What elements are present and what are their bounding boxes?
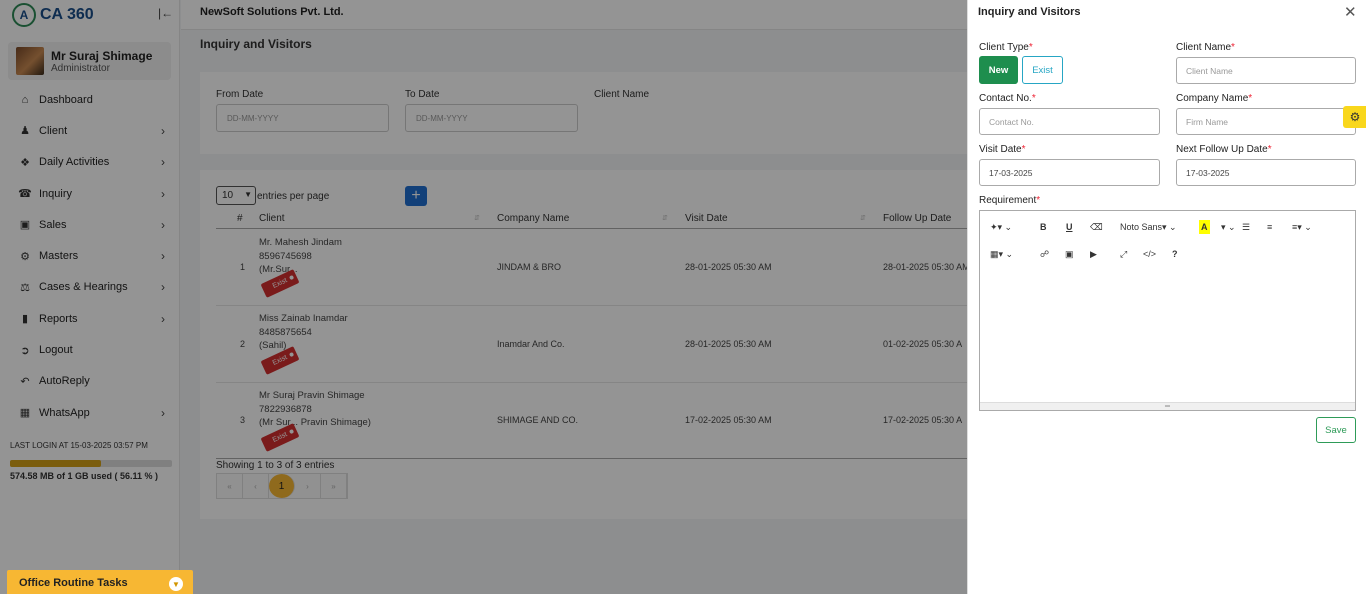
gear-icon[interactable]: ⚙ (1343, 106, 1366, 128)
contact-label: Contact No.* (979, 93, 1036, 104)
office-tasks-label: Office Routine Tasks (19, 577, 128, 589)
chevron-down-icon: ▼ (169, 577, 183, 591)
align-icon[interactable]: ≡▾ ⌄ (1292, 220, 1312, 234)
bold-icon[interactable]: B (1040, 220, 1047, 234)
client-name-input[interactable]: Client Name (1176, 57, 1356, 84)
link-icon[interactable]: ☍ (1040, 247, 1049, 261)
editor-toolbar: ✦▾ ⌄ B U ⌫ Noto Sans ▾ ⌄ A ▾ ⌄ ☰ ≡ ≡▾ ⌄ ▦… (980, 211, 1355, 269)
modal-backdrop[interactable] (0, 0, 967, 594)
close-icon[interactable]: ✕ (1344, 3, 1357, 21)
ordered-list-icon[interactable]: ≡ (1267, 220, 1272, 234)
next-follow-up-label: Next Follow Up Date* (1176, 144, 1272, 155)
help-icon[interactable]: ? (1172, 247, 1178, 261)
next-follow-up-input[interactable]: 17-03-2025 (1176, 159, 1356, 186)
eraser-icon[interactable]: ⌫ (1090, 220, 1103, 234)
color-dropdown-icon[interactable]: ▾ ⌄ (1221, 220, 1236, 234)
highlight-color-icon[interactable]: A (1199, 220, 1210, 234)
client-type-new-button[interactable]: New (979, 56, 1018, 84)
code-view-icon[interactable]: </> (1143, 247, 1156, 261)
office-routine-tasks-bar[interactable]: Office Routine Tasks ▼ (7, 570, 193, 594)
image-icon[interactable]: ▣ (1065, 247, 1074, 261)
requirement-label: Requirement* (979, 195, 1041, 206)
client-name-label: Client Name* (1176, 42, 1235, 53)
company-name-input[interactable]: Firm Name (1176, 108, 1356, 135)
client-type-exist-button[interactable]: Exist (1022, 56, 1063, 84)
underline-icon[interactable]: U (1066, 220, 1073, 234)
table-icon[interactable]: ▦▾ ⌄ (990, 247, 1013, 261)
panel-title: Inquiry and Visitors (978, 6, 1081, 18)
magic-style-icon[interactable]: ✦▾ ⌄ (990, 220, 1012, 234)
editor-resize-handle[interactable]: ═ (980, 402, 1355, 410)
font-family-select[interactable]: Noto Sans ▾ ⌄ (1120, 220, 1177, 234)
save-button[interactable]: Save (1316, 417, 1356, 443)
unordered-list-icon[interactable]: ☰ (1242, 220, 1250, 234)
client-type-label: Client Type* (979, 42, 1033, 53)
company-name-label: Company Name* (1176, 93, 1253, 104)
visit-date-label: Visit Date* (979, 144, 1026, 155)
fullscreen-icon[interactable]: ⤢ (1120, 247, 1127, 261)
video-icon[interactable]: ▶ (1090, 247, 1097, 261)
contact-input[interactable]: Contact No. (979, 108, 1160, 135)
font-name: Noto Sans (1120, 222, 1163, 232)
inquiry-form-panel: Inquiry and Visitors ✕ Client Type* New … (967, 0, 1366, 594)
visit-date-input[interactable]: 17-03-2025 (979, 159, 1160, 186)
requirement-editor[interactable]: ✦▾ ⌄ B U ⌫ Noto Sans ▾ ⌄ A ▾ ⌄ ☰ ≡ ≡▾ ⌄ ▦… (979, 210, 1356, 411)
